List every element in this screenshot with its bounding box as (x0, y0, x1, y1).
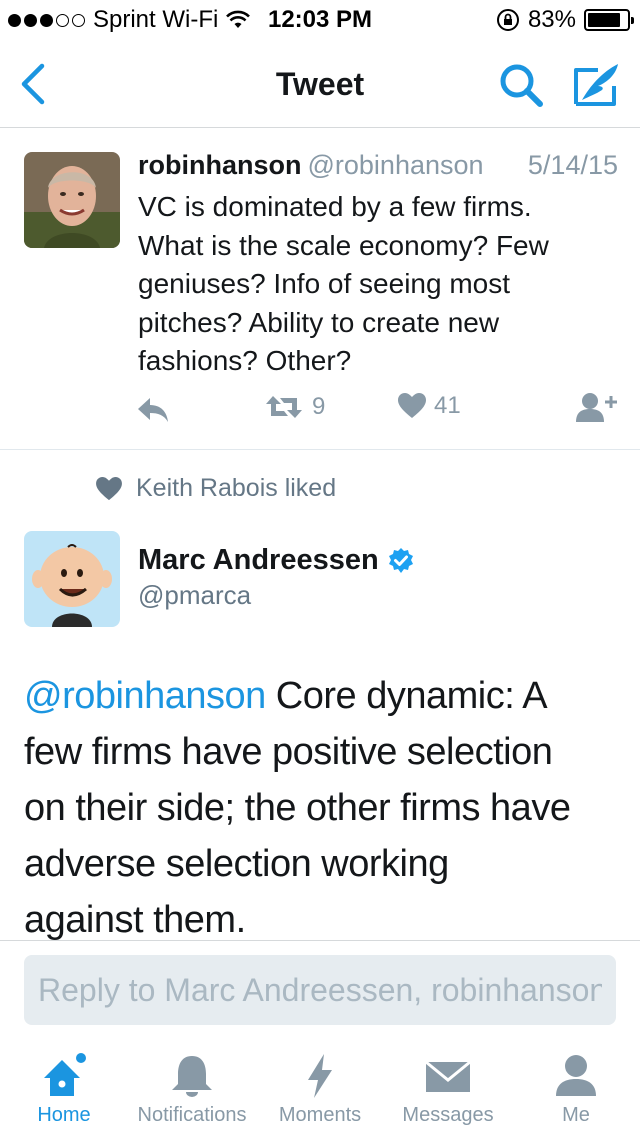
verified-badge-icon (388, 547, 413, 573)
tab-messages[interactable]: Messages (384, 1034, 512, 1136)
mention-link[interactable]: @robinhanson (24, 675, 266, 717)
tweet-actions: 9 41 (0, 392, 640, 432)
reply-author-name[interactable]: Marc Andreessen (138, 544, 415, 577)
like-count: 41 (434, 392, 461, 419)
orientation-lock-icon (496, 9, 519, 31)
tweet-date: 5/14/15 (527, 150, 618, 180)
reply-text-line: adverse selection working (24, 843, 449, 885)
tweet-author-name[interactable]: robinhanson (138, 150, 302, 180)
tab-label: Me (562, 1104, 590, 1126)
liked-by-text[interactable]: Keith Rabois liked (136, 474, 336, 503)
nav-bar: Tweet (0, 40, 640, 128)
battery-icon (584, 9, 634, 31)
tweet-author-handle[interactable]: @robinhanson (308, 150, 484, 180)
reply-bar (0, 940, 640, 1034)
lightning-icon (308, 1054, 332, 1098)
social-context: Keith Rabois liked (96, 474, 336, 503)
heart-icon (96, 476, 122, 500)
tweet-text-line: pitches? Ability to create new (138, 306, 500, 338)
tweet-text-line: What is the scale economy? Few (138, 229, 549, 261)
tab-bar: Home Notifications Moments Messages Me (0, 1034, 640, 1136)
reply-tweet-text: @robinhanson Core dynamic: A few firms h… (24, 668, 624, 940)
reply-icon (138, 398, 168, 422)
tab-notifications[interactable]: Notifications (128, 1034, 256, 1136)
tab-label: Notifications (137, 1104, 247, 1126)
tweet-header: robinhanson @robinhanson 5/14/15 (138, 150, 618, 181)
tweet-card[interactable]: robinhanson @robinhanson 5/14/15 VC is do… (0, 128, 640, 450)
like-button[interactable]: 41 (398, 392, 461, 420)
tab-home[interactable]: Home (0, 1034, 128, 1136)
reply-text-line: against them. (24, 899, 246, 940)
tweet-text: VC is dominated by a few firms. What is … (138, 188, 618, 381)
reply-button[interactable] (136, 396, 170, 424)
tab-moments[interactable]: Moments (256, 1034, 384, 1136)
bell-icon (172, 1056, 212, 1097)
home-icon (44, 1053, 86, 1096)
reply-text-line: @robinhanson Core dynamic: A (24, 668, 624, 724)
battery-percent: 83% (527, 6, 576, 33)
reply-text-line: on their side; the other firms have (24, 787, 571, 829)
reply-author-name-text: Marc Andreessen (138, 544, 379, 576)
compose-quill-icon[interactable] (568, 58, 622, 112)
reply-input[interactable] (24, 955, 616, 1025)
reply-text-segment: Core dynamic: A (265, 675, 548, 717)
reply-text-line: few firms have positive selection (24, 731, 553, 773)
tab-label: Moments (278, 1104, 362, 1126)
retweet-button[interactable]: 9 (264, 392, 325, 422)
avatar[interactable] (24, 152, 120, 248)
follow-button[interactable] (576, 392, 618, 424)
person-icon (556, 1055, 596, 1096)
add-person-icon (576, 393, 617, 422)
tweet-text-line: fashions? Other? (138, 345, 352, 376)
tweet-text-line: VC is dominated by a few firms. (138, 191, 532, 222)
tweet-text-line: geniuses? Info of seeing most (138, 268, 511, 299)
status-bar: Sprint Wi-Fi 12:03 PM 83% (0, 0, 640, 40)
heart-icon (398, 393, 426, 418)
tab-me[interactable]: Me (512, 1034, 640, 1136)
reply-author-handle[interactable]: @pmarca (138, 580, 251, 611)
retweet-icon (266, 396, 302, 418)
search-icon[interactable] (496, 60, 546, 110)
tab-label: Messages (402, 1104, 494, 1126)
retweet-count: 9 (312, 393, 326, 420)
avatar[interactable] (24, 531, 120, 627)
envelope-icon (425, 1060, 471, 1092)
battery-info: 83% (496, 6, 634, 34)
